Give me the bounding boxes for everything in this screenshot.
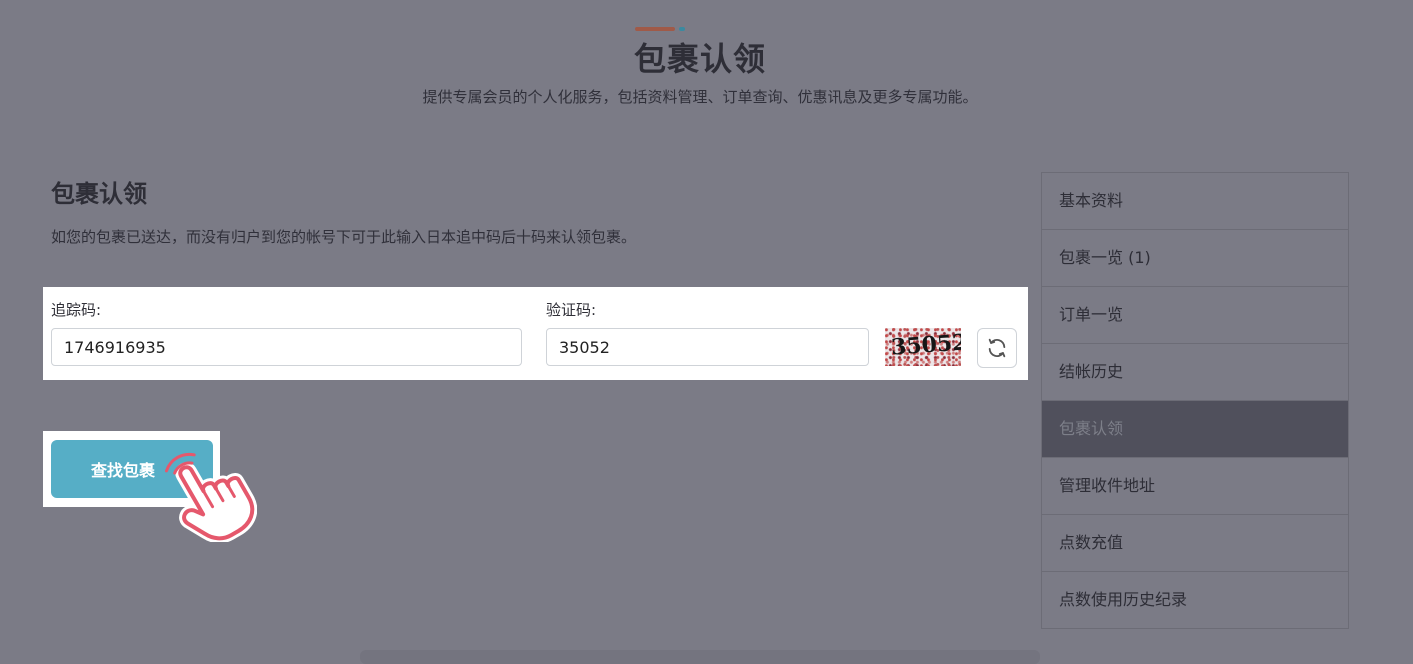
hand-pointer-icon (165, 452, 257, 542)
accent-bar-teal (679, 27, 685, 31)
footer-edge (360, 650, 1040, 664)
section-title: 包裹认领 (51, 180, 147, 208)
sidebar-item-points-topup[interactable]: 点数充值 (1042, 515, 1348, 572)
section-description: 如您的包裹已送达，而没有归户到您的帐号下可于此输入日本追中码后十码来认领包裹。 (51, 228, 637, 246)
tracking-label: 追踪码: (51, 301, 102, 319)
sidebar-item-checkout-history[interactable]: 结帐历史 (1042, 344, 1348, 401)
sidebar-item-package-list[interactable]: 包裹一览 (1) (1042, 230, 1348, 287)
title-accent-decoration (635, 27, 695, 31)
sidebar-item-package-claim[interactable]: 包裹认领 (1042, 401, 1348, 458)
claim-form: 追踪码: 验证码: 35052 (43, 287, 1028, 380)
sidebar-item-basic-info[interactable]: 基本资料 (1042, 173, 1348, 230)
tracking-number-input[interactable] (51, 328, 522, 366)
captcha-image: 35052 (885, 328, 961, 366)
accent-bar-rust (635, 27, 675, 31)
member-sidebar: 基本资料 包裹一览 (1) 订单一览 结帐历史 包裹认领 管理收件地址 点数充值… (1041, 172, 1349, 629)
sidebar-item-order-list[interactable]: 订单一览 (1042, 287, 1348, 344)
captcha-input[interactable] (546, 328, 869, 366)
captcha-image-text: 35052 (890, 329, 961, 361)
refresh-icon (988, 338, 1006, 358)
refresh-captcha-button[interactable] (977, 328, 1017, 368)
sidebar-item-points-history[interactable]: 点数使用历史纪录 (1042, 572, 1348, 628)
page-subtitle: 提供专属会员的个人化服务，包括资料管理、订单查询、优惠讯息及更多专属功能。 (422, 88, 978, 106)
sidebar-item-manage-addresses[interactable]: 管理收件地址 (1042, 458, 1348, 515)
captcha-label: 验证码: (546, 301, 597, 319)
page-title: 包裹认领 (633, 40, 766, 78)
